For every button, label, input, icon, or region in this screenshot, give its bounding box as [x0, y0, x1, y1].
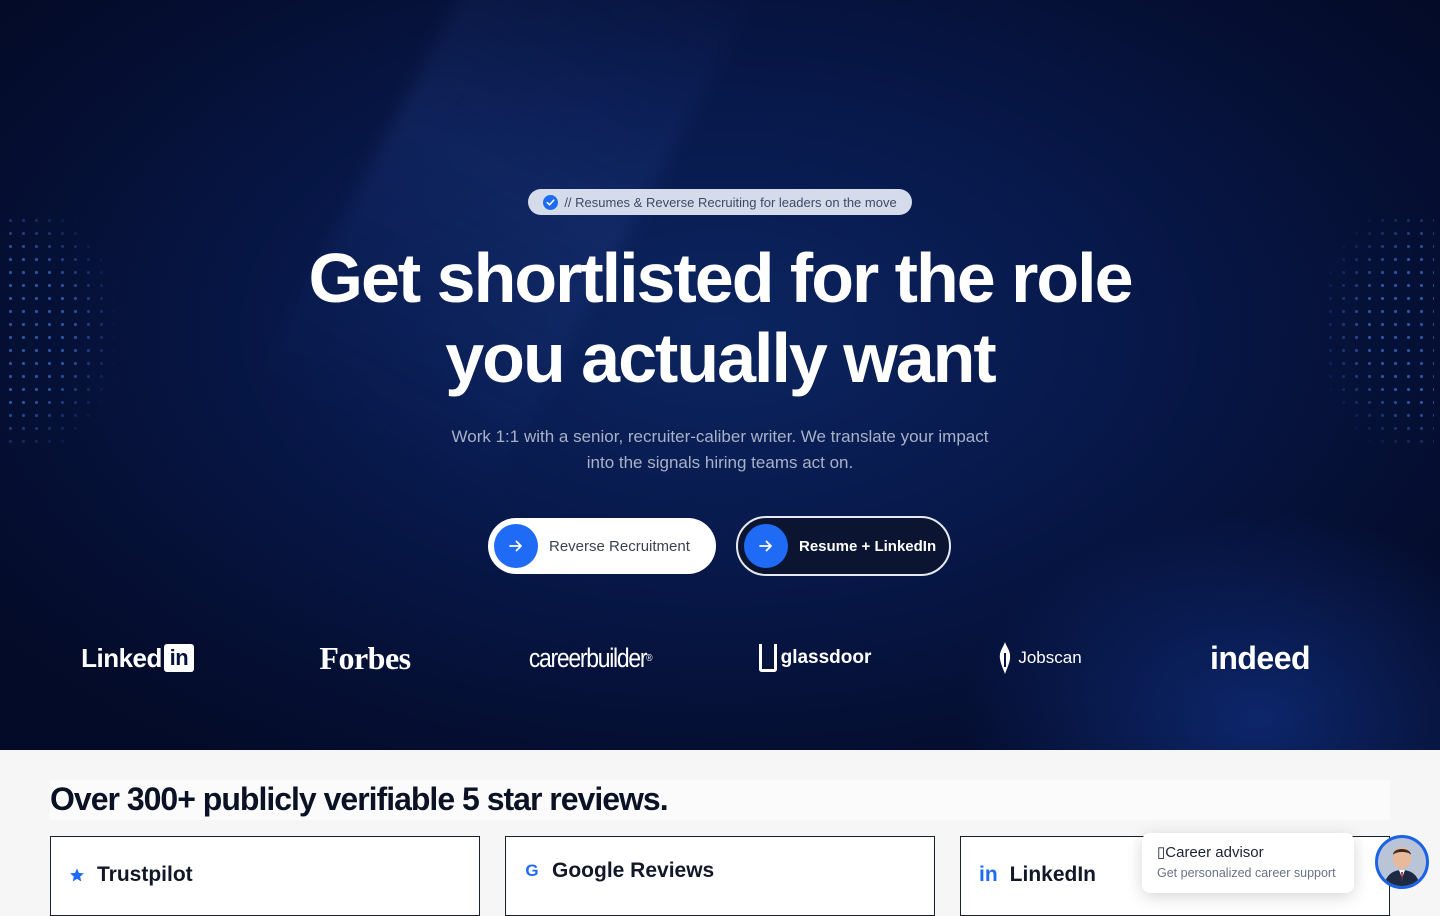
google-reviews-label: Google Reviews [552, 859, 715, 882]
advisor-avatar[interactable] [1375, 835, 1429, 889]
hero-headline: Get shortlisted for the role you actuall… [0, 238, 1440, 398]
hero-headline-line1: Get shortlisted for the role [308, 239, 1134, 317]
chat-title-text: Career advisor [1165, 844, 1264, 861]
chat-subtitle: Get personalized career support [1157, 866, 1336, 880]
jobscan-logo-text: Jobscan [1018, 648, 1082, 667]
hero-badge-text: // Resumes & Reverse Recruiting for lead… [564, 194, 897, 210]
reverse-recruitment-button[interactable]: Reverse Recruitment [488, 518, 716, 574]
glassdoor-door-icon [758, 644, 777, 672]
careerbuilder-logo-text: careerbuilder [528, 642, 648, 673]
arrow-right-icon [494, 524, 538, 568]
google-reviews-card[interactable]: G Google Reviews [505, 836, 935, 916]
arrow-right-icon [744, 524, 788, 568]
trustpilot-card-title: Trustpilot [69, 863, 193, 887]
verified-check-icon [543, 194, 559, 210]
linkedin-logo: Linked in [70, 628, 205, 688]
reverse-recruitment-label: Reverse Recruitment [549, 537, 690, 555]
chat-title: ▯Career advisor [1157, 843, 1339, 862]
glassdoor-logo: glassdoor [750, 628, 880, 688]
hero-badge: // Resumes & Reverse Recruiting for lead… [528, 189, 912, 215]
reviews-heading: Over 300+ publicly verifiable 5 star rev… [50, 780, 1390, 820]
trustpilot-label: Trustpilot [97, 863, 193, 886]
linkedin-label: LinkedIn [1009, 863, 1097, 886]
hero-section: // Resumes & Reverse Recruiting for lead… [0, 0, 1440, 750]
careerbuilder-logo: careerbuilder ® [528, 628, 653, 688]
hero-headline-line2: you actually want [445, 319, 996, 397]
google-reviews-card-title: G Google Reviews [524, 859, 714, 883]
google-icon: G [525, 861, 539, 880]
hero-subtext: Work 1:1 with a senior, recruiter-calibe… [451, 427, 989, 472]
resume-linkedin-label: Resume + LinkedIn [799, 537, 937, 555]
linkedin-card-title: in LinkedIn [979, 863, 1096, 887]
press-logos: Linked in Forbes careerbuilder ® glassdoor… [0, 628, 1440, 688]
trustpilot-card[interactable]: Trustpilot [50, 836, 480, 916]
career-advisor-chat-widget[interactable]: ▯Career advisor Get personalized career … [1142, 833, 1354, 893]
resume-linkedin-button[interactable]: Resume + LinkedIn [736, 516, 951, 576]
jobscan-flame-icon [1000, 642, 1011, 674]
indeed-logo: indeed [1209, 639, 1311, 676]
linkedin-logo-badge: in [163, 644, 194, 672]
star-icon [70, 868, 84, 882]
forbes-logo: Forbes [319, 639, 411, 676]
glassdoor-logo-text: glassdoor [780, 647, 872, 668]
jobscan-logo: Jobscan [990, 628, 1090, 688]
careerbuilder-logo-mark: ® [646, 652, 652, 664]
linkedin-icon: in [979, 863, 998, 886]
linkedin-logo-text: Linked [81, 642, 162, 673]
advisor-portrait-icon [1378, 838, 1426, 886]
